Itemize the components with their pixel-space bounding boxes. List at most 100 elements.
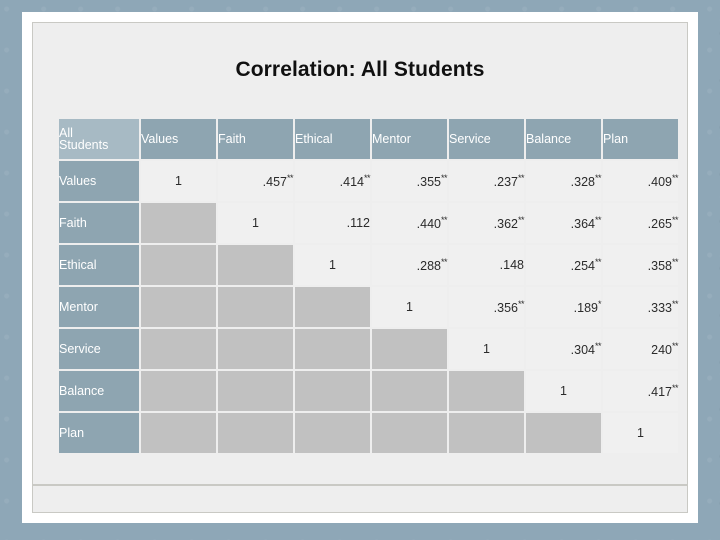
table-cell-empty bbox=[372, 329, 447, 369]
cell-value: 1 bbox=[560, 384, 567, 398]
row-header-label: Service bbox=[59, 342, 101, 356]
column-header-plan: Plan bbox=[603, 119, 678, 159]
significance-marker: ** bbox=[440, 172, 448, 183]
column-header-label: Service bbox=[449, 132, 491, 146]
table-cell-value: .265** bbox=[603, 203, 679, 243]
cell-value: .358 bbox=[647, 259, 672, 274]
column-header-label: Mentor bbox=[372, 132, 411, 146]
cell-value: .414 bbox=[339, 175, 364, 190]
table-cell-value: 1 bbox=[372, 287, 447, 327]
cell-value: .417 bbox=[647, 385, 672, 400]
significance-marker: ** bbox=[594, 340, 602, 351]
significance-marker: ** bbox=[517, 172, 525, 183]
table-cell-empty bbox=[295, 329, 370, 369]
table-head: All Students Values Faith Ethical Mentor Ser… bbox=[59, 119, 678, 159]
column-header-faith: Faith bbox=[218, 119, 293, 159]
corner-label-line2: Students bbox=[59, 138, 109, 152]
table-header-row: All Students Values Faith Ethical Mentor Ser… bbox=[59, 119, 678, 159]
table-cell-value: .237** bbox=[449, 161, 525, 201]
significance-marker: ** bbox=[594, 256, 602, 267]
table-cell-empty bbox=[141, 329, 216, 369]
row-header-label: Plan bbox=[59, 426, 85, 440]
table-cell-value: .189* bbox=[526, 287, 602, 327]
cell-value: 1 bbox=[175, 174, 182, 188]
table-cell-empty bbox=[218, 287, 293, 327]
table-cell-empty bbox=[141, 203, 216, 243]
column-header-values: Values bbox=[141, 119, 216, 159]
cell-value: 240 bbox=[651, 343, 672, 358]
table-cell-value: .364** bbox=[526, 203, 602, 243]
significance-marker: ** bbox=[671, 214, 679, 225]
table-cell-value: .304** bbox=[526, 329, 602, 369]
cell-value: 1 bbox=[637, 426, 644, 440]
column-header-label: Values bbox=[141, 132, 179, 146]
significance-marker: * bbox=[597, 298, 602, 309]
row-header-plan: Plan bbox=[59, 413, 139, 453]
table-cell-value: 1 bbox=[526, 371, 601, 411]
cell-value: .364 bbox=[570, 217, 595, 232]
table-cell-empty bbox=[141, 371, 216, 411]
table-row: Mentor 1.356** .189* .333** bbox=[59, 287, 679, 327]
table-cell-value: .358** bbox=[603, 245, 679, 285]
row-header-values: Values bbox=[59, 161, 139, 201]
table-cell-empty bbox=[372, 413, 447, 453]
table-cell-empty bbox=[449, 371, 524, 411]
table-cell-value: .362** bbox=[449, 203, 525, 243]
cell-value: .356 bbox=[493, 301, 518, 316]
table-cell-empty bbox=[295, 371, 370, 411]
table-cell-value: 1 bbox=[295, 245, 370, 285]
table-cell-value: .355** bbox=[372, 161, 448, 201]
row-header-label: Ethical bbox=[59, 258, 97, 272]
table-cell-empty bbox=[218, 413, 293, 453]
column-header-label: Plan bbox=[603, 132, 629, 146]
table-row: Balance 1 .417** bbox=[59, 371, 679, 411]
significance-marker: ** bbox=[363, 172, 371, 183]
table-cell-empty bbox=[218, 329, 293, 369]
table-cell-empty bbox=[141, 245, 216, 285]
significance-marker: ** bbox=[594, 172, 602, 183]
table-cell-value: 240** bbox=[603, 329, 679, 369]
column-header-label: Balance bbox=[526, 132, 572, 146]
table-cell-value: 1 bbox=[141, 161, 216, 201]
cell-value: .189 bbox=[573, 301, 598, 316]
significance-marker: ** bbox=[517, 298, 525, 309]
row-header-faith: Faith bbox=[59, 203, 139, 243]
column-header-service: Service bbox=[449, 119, 524, 159]
row-header-balance: Balance bbox=[59, 371, 139, 411]
cell-value: .333 bbox=[647, 301, 672, 316]
table-row: Ethical 1.288** .148.254** .358** bbox=[59, 245, 679, 285]
table-cell-empty bbox=[526, 413, 601, 453]
table-cell-empty bbox=[218, 371, 293, 411]
row-header-label: Faith bbox=[59, 216, 87, 230]
significance-marker: ** bbox=[440, 256, 448, 267]
cell-value: .440 bbox=[416, 217, 441, 232]
cell-value: 1 bbox=[406, 300, 413, 314]
cell-value: .265 bbox=[647, 217, 672, 232]
table-corner-header: All Students bbox=[59, 119, 139, 159]
table-cell-value: .356** bbox=[449, 287, 525, 327]
cell-value: 1 bbox=[483, 342, 490, 356]
significance-marker: ** bbox=[671, 298, 679, 309]
significance-marker: ** bbox=[286, 172, 294, 183]
table-row: Values 1.457** .414** .355** .237** .328** .40… bbox=[59, 161, 679, 201]
significance-marker: ** bbox=[594, 214, 602, 225]
cell-value: 1 bbox=[329, 258, 336, 272]
table-cell-value: 1 bbox=[218, 203, 293, 243]
table-cell-value: .409** bbox=[603, 161, 679, 201]
row-header-label: Values bbox=[59, 174, 97, 188]
cell-value: .304 bbox=[570, 343, 595, 358]
table-row: Service 1.304** 240** bbox=[59, 329, 679, 369]
correlation-table: All Students Values Faith Ethical Mentor Ser… bbox=[57, 117, 680, 455]
table-cell-empty bbox=[449, 413, 524, 453]
table-cell-empty bbox=[295, 413, 370, 453]
column-header-ethical: Ethical bbox=[295, 119, 370, 159]
significance-marker: ** bbox=[440, 214, 448, 225]
table-cell-empty bbox=[295, 287, 370, 327]
row-header-label: Balance bbox=[59, 384, 105, 398]
table-cell-empty bbox=[141, 287, 216, 327]
significance-marker: ** bbox=[671, 172, 679, 183]
table-cell-value: .440** bbox=[372, 203, 448, 243]
row-header-ethical: Ethical bbox=[59, 245, 139, 285]
table-cell-value: .417** bbox=[603, 371, 679, 411]
table-cell-value: .148 bbox=[449, 245, 524, 285]
